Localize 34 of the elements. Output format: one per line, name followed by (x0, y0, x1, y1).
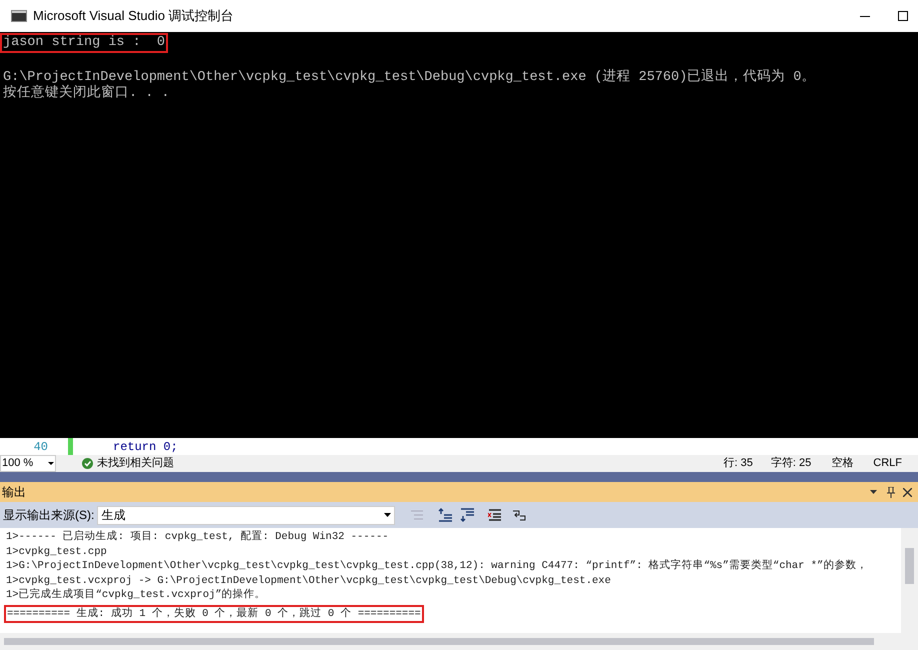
previous-message-icon[interactable] (438, 508, 452, 522)
close-icon[interactable] (903, 488, 912, 496)
zoom-dropdown[interactable]: 100 % (0, 455, 56, 472)
change-marker (68, 438, 73, 455)
code-line: return 0; (113, 438, 178, 456)
char-status: 字符: 25 (770, 456, 812, 472)
output-line: 1>G:\ProjectInDevelopment\Other\vcpkg_test\cvpkg_test\cvpkg_test.cpp(38,12): warning C4477: “printf”: 格式字符串“%s”需要类型“char *”的参数， (6, 559, 868, 574)
horizontal-scrollbar[interactable] (0, 633, 901, 650)
clear-all-icon[interactable] (488, 508, 502, 522)
line-number: 40 (32, 438, 48, 456)
source-dropdown[interactable]: 生成 (97, 506, 396, 524)
caret-icon (384, 513, 392, 517)
next-message-icon[interactable] (460, 508, 474, 522)
output-line: 1>cvpkg_test.cpp (6, 544, 107, 559)
output-line: 1>已完成生成项目“cvpkg_test.vcxproj”的操作。 (6, 588, 266, 602)
console-app-icon (11, 10, 27, 22)
spacing-status: 空格 (831, 456, 854, 472)
source-label: 显示输出来源(S): (3, 507, 94, 524)
maximize-icon (898, 11, 908, 21)
caret-icon (48, 462, 54, 465)
window-title: Microsoft Visual Studio 调试控制台 (33, 7, 234, 26)
console-line: G:\ProjectInDevelopment\Other\vcpkg_test\cvpkg_test\Debug\cvpkg_test.exe (进程 25760)已退出，代码为 0。 (2, 68, 816, 85)
pin-icon[interactable] (887, 486, 895, 498)
line-status: 行: 35 (724, 456, 753, 472)
vertical-scrollbar[interactable] (901, 528, 918, 650)
panel-title: 输出 (2, 484, 26, 501)
output-line: 1>cvpkg_test.vcxproj -> G:\ProjectInDevelopment\Other\vcpkg_test\cvpkg_test\Debug\cvpkg_test.exe (6, 574, 611, 588)
toggle-wrap-icon[interactable] (512, 508, 526, 522)
check-icon (82, 458, 93, 469)
line-ending-status: CRLF (873, 456, 902, 472)
output-line: 1>------ 已启动生成: 项目: cvpkg_test, 配置: Debug Win32 ------ (6, 530, 389, 544)
issues-status[interactable]: 未找到相关问题 (97, 455, 174, 472)
console-line: 按任意键关闭此窗口. . . (2, 84, 171, 103)
dropdown-caret-icon[interactable] (870, 490, 877, 494)
